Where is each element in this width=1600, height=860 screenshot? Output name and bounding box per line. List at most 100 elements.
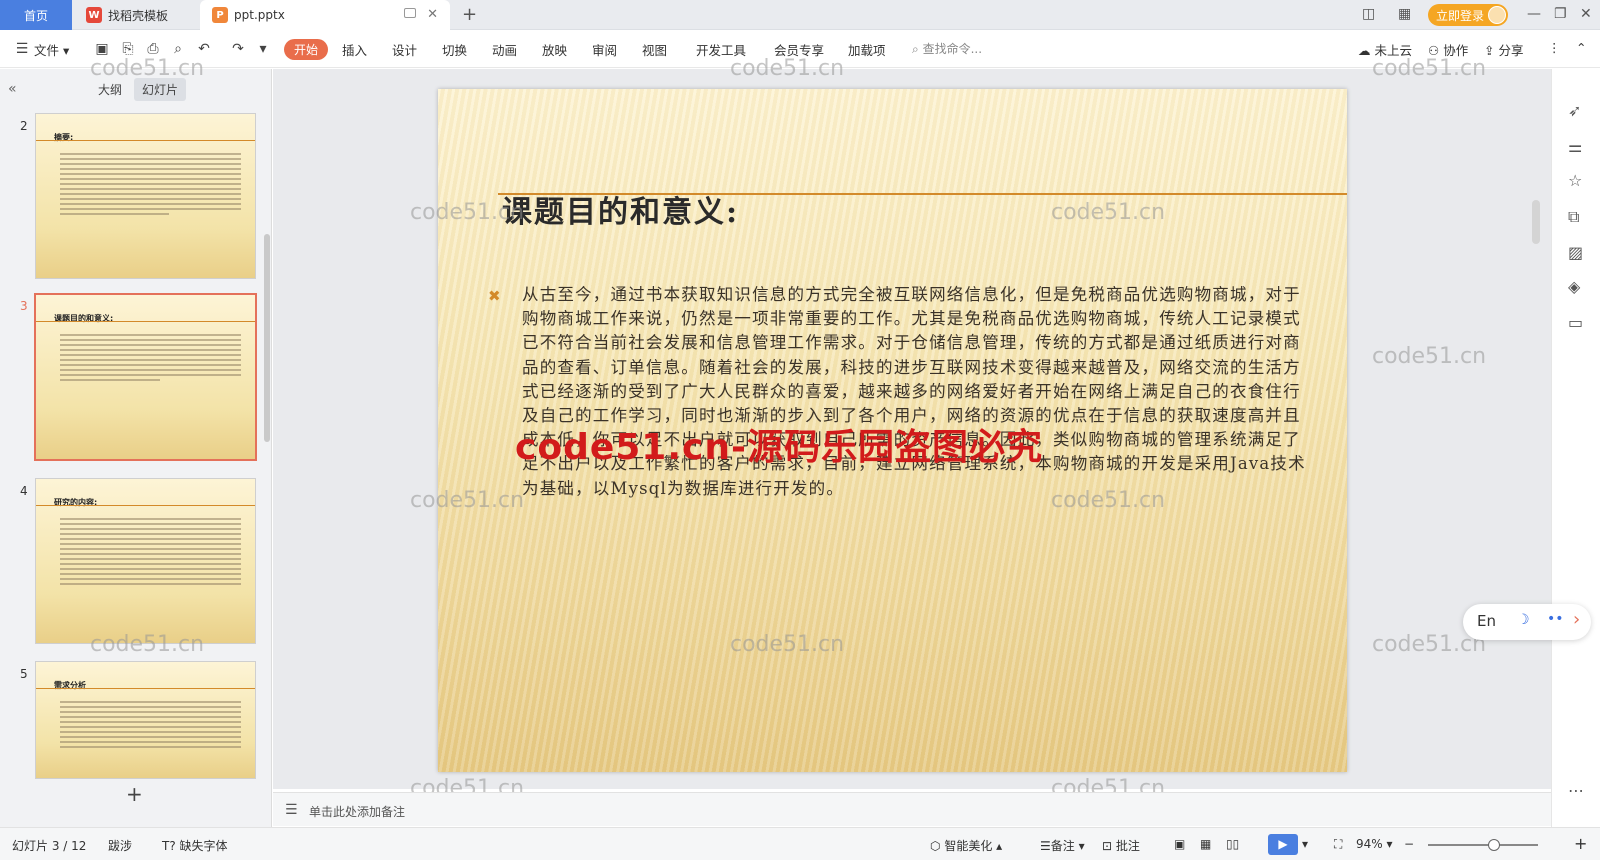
login-button[interactable]: 立即登录 <box>1428 4 1508 26</box>
ppt-file-icon: P <box>212 7 228 23</box>
thumbnail-number: 5 <box>20 667 28 681</box>
layout-split-icon[interactable]: ◫ <box>1362 6 1375 22</box>
zoom-in-icon[interactable]: + <box>1574 834 1587 853</box>
watermark: code51.cn <box>1051 200 1166 225</box>
menu-animation[interactable]: 动画 <box>492 40 517 59</box>
play-options-icon[interactable]: ▾ <box>1302 837 1308 851</box>
notes-bar[interactable]: ☰ 单击此处添加备注 <box>273 792 1551 826</box>
save-icon[interactable]: ▣ <box>94 41 110 57</box>
search-icon: ⌕ <box>912 42 919 56</box>
rocket-icon[interactable]: ➶ <box>1568 101 1581 120</box>
menu-review[interactable]: 审阅 <box>592 40 617 59</box>
app-window: 首页 W 找稻壳模板 P ppt.pptx ✕ + ◫ ▦ 立即登录 — ❐ ✕… <box>0 0 1600 860</box>
new-tab-add-icon[interactable]: + <box>462 4 477 25</box>
share-button[interactable]: ⇪ 分享 <box>1484 40 1523 59</box>
location-icon[interactable]: ◈ <box>1568 277 1580 296</box>
notes-toggle[interactable]: ☰备注 ▾ <box>1040 837 1085 854</box>
slides-icon[interactable]: ⧉ <box>1568 207 1579 227</box>
image-icon[interactable]: ▨ <box>1568 243 1583 262</box>
watermark: code51.cn <box>730 632 845 657</box>
menu-view[interactable]: 视图 <box>642 40 667 59</box>
more-options-icon[interactable]: ⋮ <box>1548 40 1561 55</box>
more-icon[interactable]: ⋯ <box>1568 781 1584 800</box>
collapse-panel-icon[interactable]: « <box>8 81 17 97</box>
slide-title[interactable]: 课题目的和意义: <box>502 187 739 231</box>
command-search[interactable]: ⌕ 查找命令... <box>912 40 982 57</box>
zoom-level-value: 94% <box>1356 837 1383 851</box>
tab-close-icon[interactable]: ✕ <box>427 7 438 22</box>
dots-icon[interactable]: •• <box>1547 611 1564 627</box>
slide-thumbnail-2[interactable]: 摘要: <box>35 113 256 279</box>
restore-icon[interactable]: ❐ <box>1554 6 1567 22</box>
collapse-ribbon-icon[interactable]: ⌃ <box>1576 40 1586 55</box>
print-preview-icon[interactable]: ⌕ <box>170 41 186 57</box>
fit-window-icon[interactable]: ⛶ <box>1334 837 1342 852</box>
thumbnail-text-lines <box>60 515 241 588</box>
theme-name[interactable]: 跋涉 <box>108 837 132 854</box>
sorter-view-icon[interactable]: ▦ <box>1200 837 1211 851</box>
play-slideshow-button[interactable]: ▶ <box>1268 834 1298 855</box>
notes-placeholder[interactable]: 单击此处添加备注 <box>309 803 405 820</box>
notes-toggle-icon: ☰ <box>1040 839 1051 853</box>
menu-insert[interactable]: 插入 <box>342 40 367 59</box>
thumbnail-text-lines <box>60 150 241 218</box>
missing-font-label: 缺失字体 <box>179 839 228 853</box>
file-menu[interactable]: 文件 ▾ <box>34 40 69 59</box>
book-icon[interactable]: ▭ <box>1568 313 1583 332</box>
tab-document[interactable]: P ppt.pptx ✕ <box>200 0 450 30</box>
minimize-icon[interactable]: — <box>1527 6 1541 22</box>
zoom-slider[interactable] <box>1428 839 1538 851</box>
reading-view-icon[interactable]: ▯▯ <box>1226 837 1239 851</box>
zoom-out-icon[interactable]: − <box>1404 837 1414 851</box>
thumbnail-text-lines <box>60 331 241 384</box>
menu-design[interactable]: 设计 <box>392 40 417 59</box>
comments-toggle[interactable]: ⊡ 批注 <box>1102 837 1140 854</box>
menu-transition[interactable]: 切换 <box>442 40 467 59</box>
slide-thumbnail-panel: « 大纲 幻灯片 2 摘要: 3 课题目的和意义: 4 研究的内容: 5 需求分… <box>0 69 272 827</box>
watermark: code51.cn <box>410 488 525 513</box>
add-slide-icon[interactable]: + <box>126 782 143 806</box>
notes-icon: ☰ <box>285 802 298 818</box>
menu-addins[interactable]: 加载项 <box>848 40 886 59</box>
font-icon: T? <box>162 839 176 853</box>
print-icon[interactable]: ⎙ <box>145 41 161 57</box>
notes-toggle-label: 备注 <box>1050 839 1075 853</box>
tab-slides[interactable]: 幻灯片 <box>134 78 187 101</box>
thumbnail-title: 摘要: <box>54 133 74 142</box>
cloud-icon: ☁ <box>1358 43 1371 58</box>
tab-outline[interactable]: 大纲 <box>90 78 130 101</box>
watermark: code51.cn <box>1051 488 1166 513</box>
chevron-right-icon[interactable]: › <box>1573 609 1580 630</box>
missing-font-button[interactable]: T? 缺失字体 <box>162 837 228 854</box>
tab-find-template-label: 找稻壳模板 <box>108 8 169 23</box>
zoom-slider-thumb[interactable] <box>1488 839 1500 851</box>
beautify-label: 智能美化 <box>944 839 993 853</box>
apps-grid-icon[interactable]: ▦ <box>1398 6 1411 22</box>
thumbnail-number: 2 <box>20 119 28 133</box>
undo-icon[interactable]: ↶ <box>196 41 212 57</box>
more-quick-access-icon[interactable]: ▾ <box>255 41 271 57</box>
export-pdf-icon[interactable]: ⎘ <box>120 41 136 57</box>
slide-thumbnail-4[interactable]: 研究的内容: <box>35 478 256 644</box>
hamburger-icon[interactable]: ☰ <box>14 41 30 57</box>
panel-scrollbar[interactable] <box>264 234 270 442</box>
zoom-level[interactable]: 94% ▾ <box>1356 837 1393 851</box>
redo-icon[interactable]: ↷ <box>230 41 246 57</box>
menu-start[interactable]: 开始 <box>284 39 328 60</box>
moon-icon[interactable]: ☽ <box>1517 612 1530 628</box>
tab-find-template[interactable]: W 找稻壳模板 <box>74 0 198 30</box>
menu-slideshow[interactable]: 放映 <box>542 40 567 59</box>
tab-document-label: ppt.pptx <box>234 8 285 22</box>
star-icon[interactable]: ☆ <box>1568 171 1582 190</box>
slide-thumbnail-3[interactable]: 课题目的和意义: <box>34 293 257 461</box>
normal-view-icon[interactable]: ▣ <box>1174 837 1185 851</box>
language-toggle[interactable]: En <box>1477 612 1496 630</box>
slide-thumbnail-5[interactable]: 需求分析 <box>35 661 256 779</box>
tab-window-icon[interactable] <box>404 8 416 18</box>
tab-home[interactable]: 首页 <box>0 0 72 30</box>
adjust-sliders-icon[interactable]: ⚌ <box>1568 137 1582 156</box>
canvas-scrollbar[interactable] <box>1532 200 1540 244</box>
comments-label: 批注 <box>1115 839 1140 853</box>
beautify-button[interactable]: ⬡ 智能美化 ▴ <box>930 837 1002 854</box>
close-window-icon[interactable]: ✕ <box>1580 6 1592 22</box>
